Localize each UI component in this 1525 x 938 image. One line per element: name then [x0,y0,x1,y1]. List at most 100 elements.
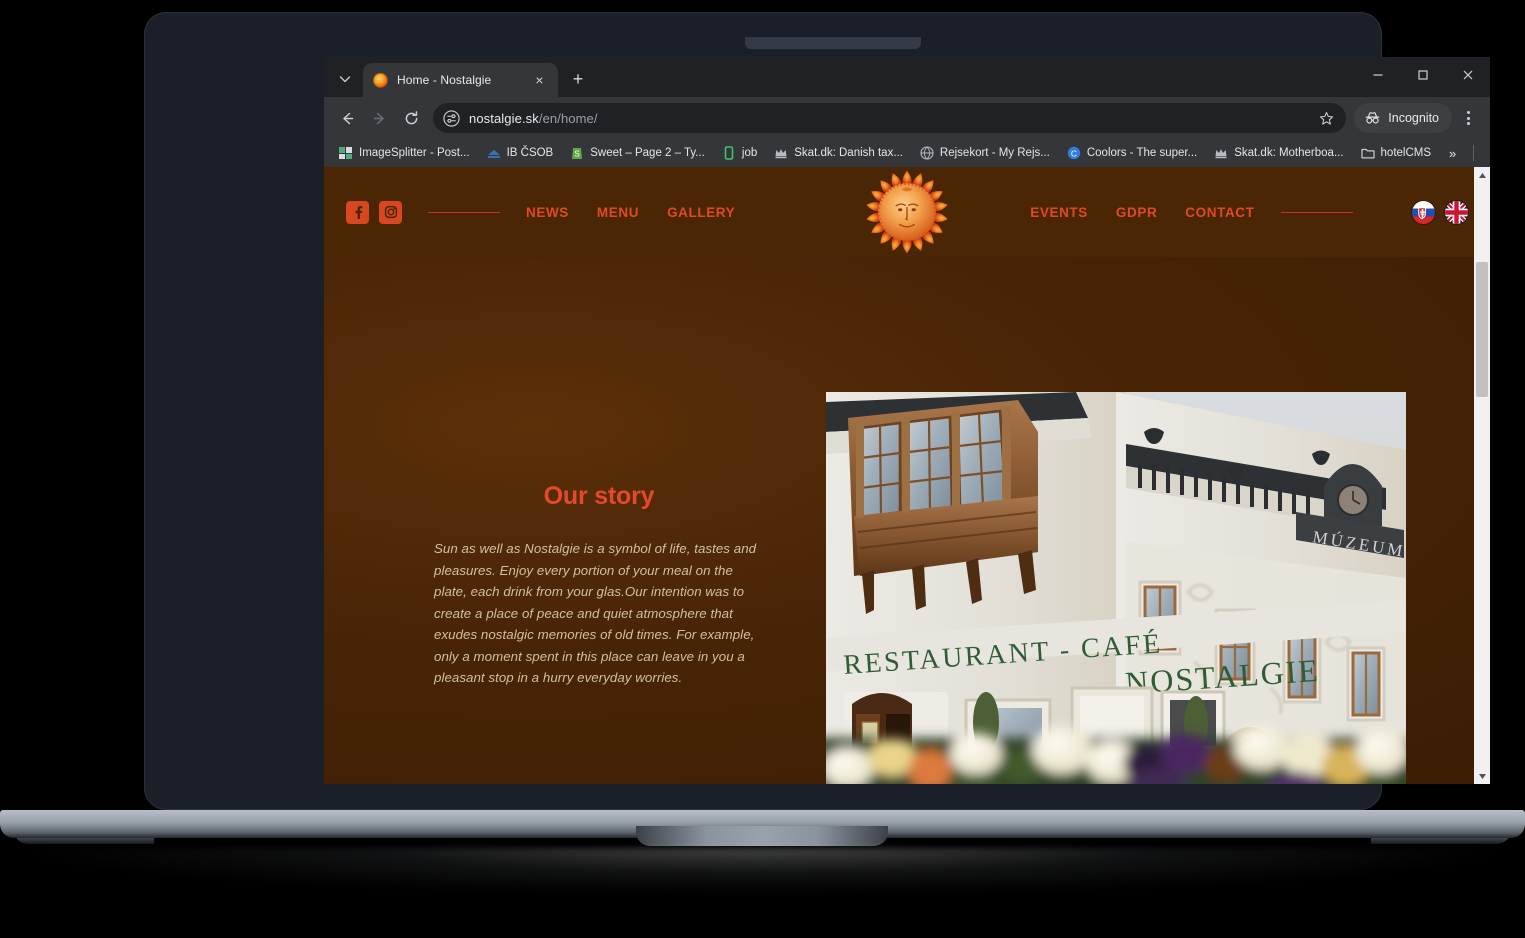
kebab-dot [1466,111,1470,114]
restaurant-facade-illustration: MÚZEUM RESTAURANT - CAFÉ NOSTALGIE [826,392,1406,784]
chevron-down-icon [339,76,351,83]
bookmark-item[interactable]: S Sweet – Page 2 – Ty... [563,143,712,163]
back-button[interactable] [332,103,362,133]
chrome-browser-window: Home - Nostalgie × + nostalgie.sk/en/hom… [324,57,1490,784]
close-icon [1463,70,1472,80]
sun-favicon-icon [373,72,388,88]
bookmark-label: Rejsekort - My Rejs... [939,147,1050,159]
bookmark-star-icon[interactable] [1314,106,1338,130]
bookmark-item[interactable]: hotelCMS [1354,143,1439,163]
bookmark-label: hotelCMS [1380,147,1432,159]
facebook-glyph-icon [355,206,362,219]
uk-flag-icon [1445,200,1468,224]
close-icon[interactable]: × [531,72,548,89]
coolors-icon: C [1067,146,1081,160]
bookmark-item[interactable]: Rejsekort - My Rejs... [913,143,1057,163]
crown-icon [1215,149,1227,159]
nav-link-gdpr[interactable]: GDPR [1116,205,1157,220]
all-bookmarks-button[interactable]: All Bookmarks [1483,143,1490,163]
nav-link-events[interactable]: EVENTS [1030,205,1088,220]
scroll-up-arrow[interactable] [1474,167,1490,183]
social-links [346,200,402,224]
bookmark-item[interactable]: Skat.dk: Motherboa... [1207,143,1350,163]
laptop-lid: Home - Nostalgie × + nostalgie.sk/en/hom… [144,12,1490,810]
browser-tab[interactable]: Home - Nostalgie × [363,63,558,97]
bookmark-item[interactable]: Skat.dk: Danish tax... [767,143,910,163]
bookmarks-overflow-button[interactable]: » [1441,144,1464,163]
restaurant-photo: MÚZEUM RESTAURANT - CAFÉ NOSTALGIE [826,392,1406,784]
sun-face-logo-icon [866,170,948,254]
crown-icon [775,149,787,159]
primary-nav-right: EVENTS GDPR CONTACT [1030,205,1254,220]
close-window-button[interactable] [1445,57,1490,93]
screenshot-stage: Home - Nostalgie × + nostalgie.sk/en/hom… [0,0,1525,938]
incognito-label: Incognito [1388,111,1439,125]
tab-strip: Home - Nostalgie × + [324,57,1490,97]
arrow-right-icon [373,112,384,124]
browser-toolbar: nostalgie.sk/en/home/ Incognito [324,97,1490,139]
url-text: nostalgie.sk/en/home/ [469,111,598,126]
scrollbar-thumb[interactable] [1476,262,1488,397]
site-settings-icon[interactable] [443,109,460,127]
nav-link-news[interactable]: NEWS [526,205,569,220]
instagram-icon[interactable] [379,200,402,224]
chrome-menu-button[interactable] [1454,104,1482,132]
minimize-button[interactable] [1355,57,1400,93]
bookmark-item[interactable]: job [715,143,764,163]
header-divider-left [428,211,500,213]
page-scrollbar[interactable] [1474,167,1490,784]
slovak-flag-icon [1412,200,1435,224]
tab-search-button[interactable] [330,66,360,92]
section-heading: Our story [543,482,655,510]
primary-nav-left: NEWS MENU GALLERY [526,205,735,220]
language-switcher [1412,200,1468,224]
incognito-indicator[interactable]: Incognito [1354,103,1452,133]
new-tab-button[interactable]: + [564,65,592,93]
site-header: NEWS MENU GALLERY EVENTS GDPR CONTACT [324,167,1490,257]
bookmark-label: IB ČSOB [506,147,554,159]
nav-link-menu[interactable]: MENU [597,205,639,220]
address-bar[interactable]: nostalgie.sk/en/home/ [433,103,1347,133]
our-story-section: Our story Sun as well as Nostalgie is a … [434,482,764,689]
scroll-down-arrow[interactable] [1474,768,1490,784]
svg-text:S: S [575,150,580,159]
language-option-english[interactable] [1445,200,1468,224]
url-host: nostalgie.sk [469,110,539,126]
bookmarks-bar: ImageSplitter - Post... IB ČSOB S Sweet … [324,139,1490,167]
arrow-left-icon [342,112,353,124]
facebook-icon[interactable] [346,200,369,224]
laptop-base-notch [636,826,888,846]
url-path: /en/home/ [538,110,598,126]
folder-icon [1360,148,1375,159]
bookmark-item[interactable]: C Coolors - The super... [1060,143,1204,163]
kebab-dot [1466,122,1470,125]
shopify-icon: S [572,148,583,159]
language-option-slovak[interactable] [1412,200,1435,224]
bookmark-item[interactable]: ImageSplitter - Post... [332,143,477,163]
reload-button[interactable] [396,103,426,133]
nav-link-contact[interactable]: CONTACT [1185,205,1254,220]
csob-icon [487,150,500,158]
incognito-hat-icon [1365,112,1380,124]
page-content: Our story Sun as well as Nostalgie is a … [324,257,1490,784]
forward-button[interactable] [364,103,394,133]
bookmark-item[interactable]: IB ČSOB [480,143,561,163]
star-icon [1319,111,1333,125]
reload-icon [405,110,417,124]
triangle-up-icon [1478,172,1486,178]
instagram-glyph-icon [384,205,397,219]
bookmarks-divider [1473,145,1475,161]
job-icon [724,146,734,160]
svg-text:C: C [1071,148,1077,158]
window-controls [1355,57,1490,93]
imagesplitter-icon [339,147,352,159]
site-logo[interactable] [862,167,952,257]
bookmark-label: ImageSplitter - Post... [359,147,470,159]
bookmark-label: Coolors - The super... [1086,147,1198,159]
kebab-dot [1466,116,1470,120]
page-viewport: NEWS MENU GALLERY EVENTS GDPR CONTACT Ou… [324,167,1490,784]
header-divider-right [1280,211,1353,213]
tab-title: Home - Nostalgie [397,73,492,87]
nav-link-gallery[interactable]: GALLERY [667,205,735,220]
maximize-button[interactable] [1400,57,1445,93]
